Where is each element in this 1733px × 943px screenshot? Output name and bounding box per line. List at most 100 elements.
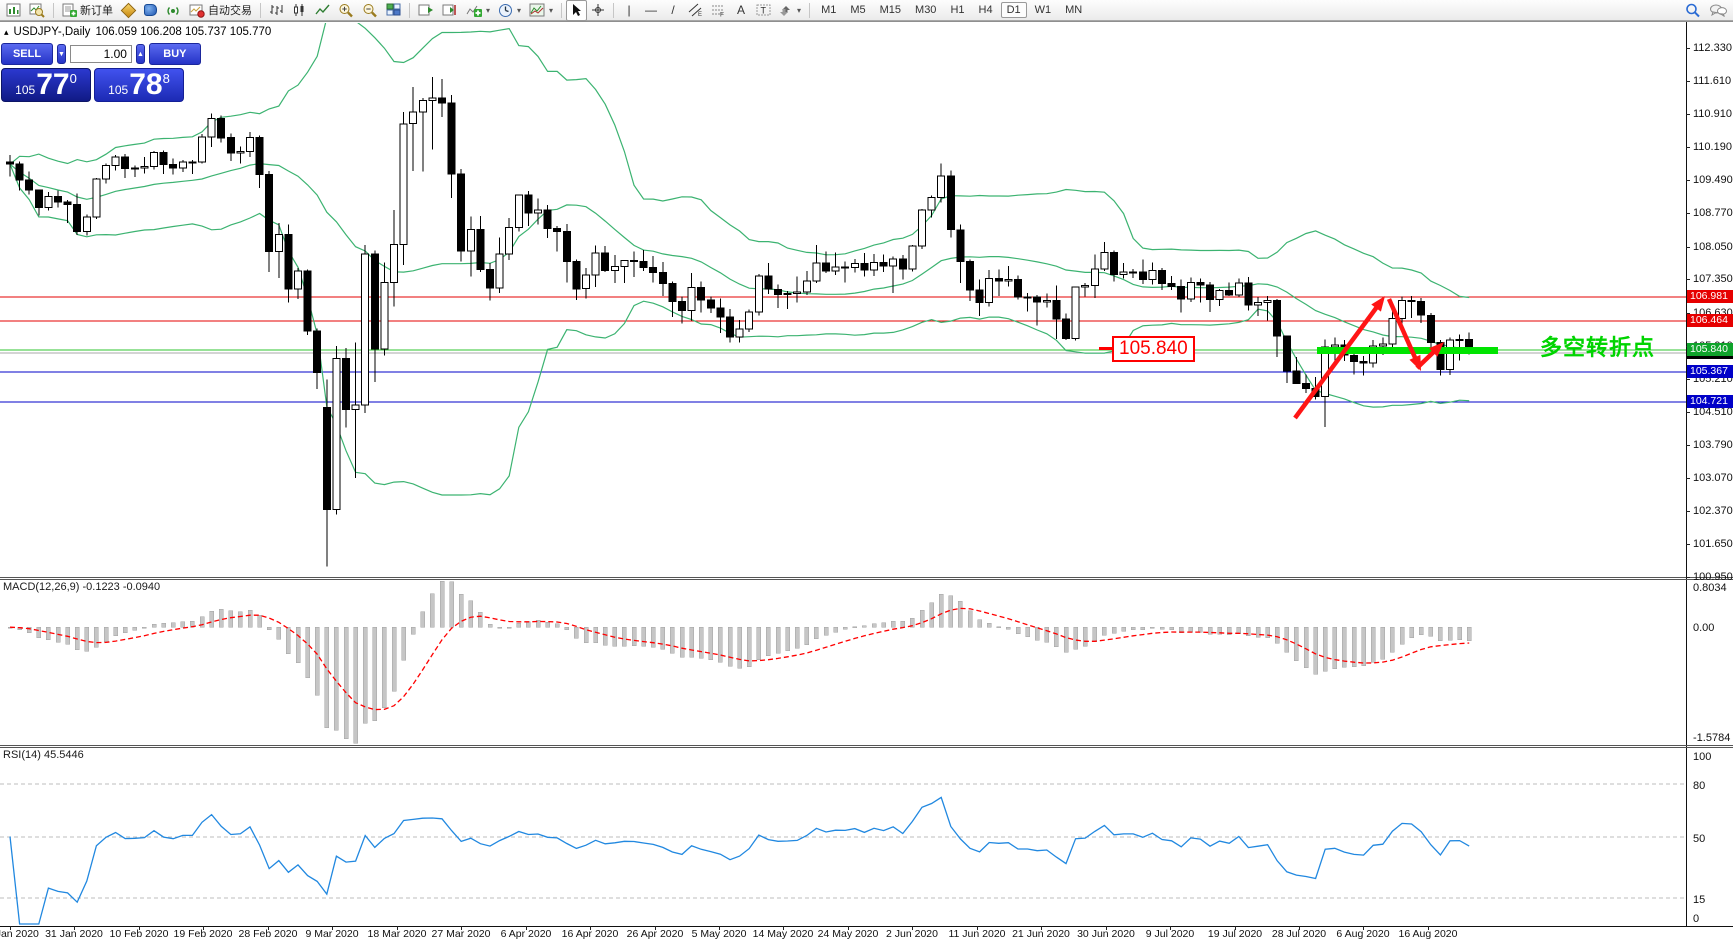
date-tick-mark [268,926,269,930]
new-order-button[interactable]: 新订单 [58,0,117,21]
price-tick-label: 108.770 [1693,207,1733,219]
chart-canvas[interactable] [0,0,1733,943]
toolbar-separator [409,2,410,18]
horizontal-line-button[interactable]: — [640,0,662,21]
new-chart-button[interactable] [2,0,25,21]
date-tick-label: 22 Jan 2020 [0,928,39,940]
chart-shift-button[interactable] [438,0,462,21]
candlestick-chart-button[interactable] [288,0,311,21]
buy-price-display[interactable]: 105 78 8 [94,68,184,102]
date-tick-label: 14 May 2020 [752,928,814,940]
sell-price-base: 105 [15,83,36,97]
equidistant-channel-button[interactable]: E [684,0,707,21]
search-button[interactable] [1681,0,1705,21]
indicators-button[interactable]: ▾ [462,0,494,21]
bar-chart-button[interactable] [265,0,288,21]
metaeditor-button[interactable] [117,0,140,21]
price-level-badge: 104.721 [1687,395,1733,408]
price-level-flag[interactable]: 105.840 [1112,336,1195,362]
macd-rsi-splitter[interactable] [0,745,1733,746]
symbol-collapse-icon[interactable]: ▴ [4,27,9,38]
candles [6,76,1474,567]
bar-chart-icon [270,5,283,15]
chat-icon [1710,4,1727,17]
price-flag-connector [1099,347,1112,350]
zoom-in-icon [339,3,353,17]
tf-h4[interactable]: H4 [973,2,999,18]
equidistant-channel-icon: E [688,3,702,17]
line-chart-button[interactable] [311,0,334,21]
rsi-line [9,796,1470,925]
indicators-dropdown-caret[interactable]: ▾ [486,6,490,15]
tile-windows-button[interactable] [382,0,405,21]
auto-scroll-button[interactable] [414,0,438,21]
price-tick-label: 110.910 [1693,108,1732,120]
symbol-period-label: USDJPY-,Daily [13,26,91,38]
rsi-indicator-label: RSI(14) 45.5446 [3,749,84,761]
fibonacci-button[interactable]: F [707,0,730,21]
date-tick-label: 19 Jul 2020 [1207,928,1263,940]
buy-price-base: 105 [108,83,129,97]
search-icon [1686,3,1700,17]
templates-dropdown-caret[interactable]: ▾ [549,6,553,15]
rsi-panel [0,783,1686,925]
arrows-button[interactable]: ▾ [775,0,805,21]
cursor-button[interactable] [566,0,588,21]
buy-button[interactable]: BUY [148,43,201,65]
volume-increase-button[interactable]: ▲ [135,44,145,64]
signals-icon [167,6,179,15]
date-tick-label: 27 Mar 2020 [431,928,491,940]
toolbar-separator [561,2,563,18]
arrows-dropdown-caret[interactable]: ▾ [797,6,801,15]
date-tick-mark [912,926,913,930]
signals-button[interactable] [161,0,185,21]
macd-axis-zero: 0.00 [1693,622,1715,634]
sell-price-display[interactable]: 105 77 0 [1,68,91,102]
profiles-button[interactable] [25,0,49,21]
zoom-in-button[interactable] [334,0,358,21]
tf-m1[interactable]: M1 [815,2,842,18]
crosshair-button[interactable] [587,0,609,21]
text-label-button[interactable]: T [752,0,775,21]
periods-dropdown-caret[interactable]: ▾ [517,6,521,15]
price-tick-label: 105.210 [1693,373,1733,385]
indicators-icon [466,5,482,17]
macd-indicator-label: MACD(12,26,9) -0.1223 -0.0940 [3,581,161,593]
tf-d1[interactable]: D1 [1000,2,1027,18]
tf-h1[interactable]: H1 [944,2,970,18]
sell-button[interactable]: SELL [1,43,53,65]
main-macd-splitter[interactable] [0,577,1733,578]
trendline-button[interactable]: / [662,0,684,21]
vertical-line-button[interactable]: | [618,0,640,21]
turning-point-annotation[interactable]: 多空转折点 [1540,330,1655,362]
date-tick-mark [783,926,784,930]
zoom-out-button[interactable] [358,0,382,21]
macd-panel [7,580,1472,744]
autotrading-button[interactable]: 自动交易 [185,0,256,21]
tf-w1[interactable]: W1 [1029,2,1058,18]
templates-button[interactable]: ▾ [525,0,557,21]
volume-input[interactable] [69,45,132,63]
tf-mn[interactable]: MN [1059,2,1088,18]
rsi-axis-100: 100 [1693,751,1712,763]
chat-button[interactable] [1705,0,1731,21]
rsi-axis-50: 50 [1693,833,1706,845]
date-tick-label: 26 Apr 2020 [626,928,684,940]
text-button[interactable]: A [730,0,752,21]
tf-m30[interactable]: M30 [909,2,942,18]
date-tick-mark [10,926,11,930]
date-tick-mark [590,926,591,930]
date-tick-label: 11 Jun 2020 [948,928,1006,940]
periods-button[interactable]: ▾ [494,0,525,21]
date-tick-label: 18 Mar 2020 [367,928,427,940]
tf-m15[interactable]: M15 [874,2,907,18]
volume-decrease-button[interactable]: ▼ [57,44,66,64]
date-tick-label: 31 Jan 2020 [45,928,103,940]
toolbar-separator [613,2,615,18]
tf-m5[interactable]: M5 [844,2,871,18]
macd-histogram [7,580,1472,744]
price-axis-border [1686,22,1687,927]
text-icon: A [737,3,746,17]
new-order-label: 新订单 [80,5,113,17]
mql5-community-button[interactable] [140,0,161,21]
